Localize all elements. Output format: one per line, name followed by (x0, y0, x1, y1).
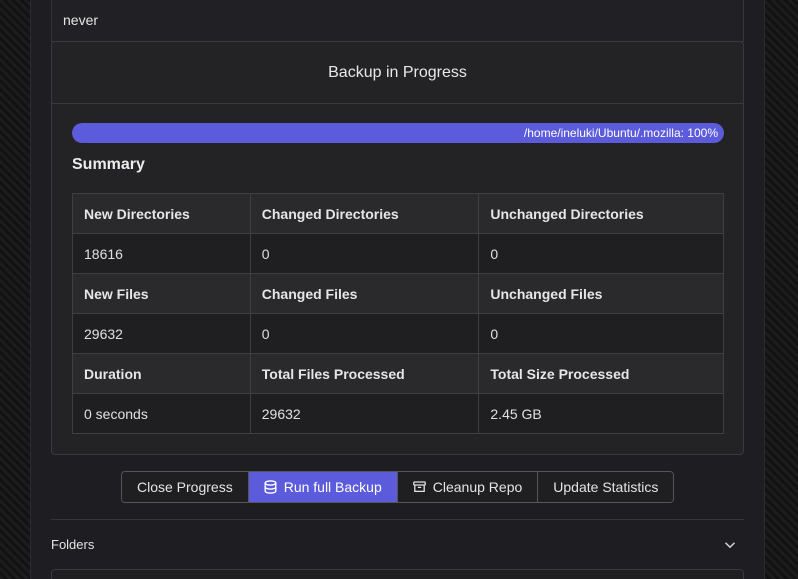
table-value-row: 29632 0 0 (72, 313, 724, 354)
backup-actions: Close Progress Run full Backup Cleanup R… (121, 471, 675, 503)
header-cell: Total Size Processed (478, 353, 724, 394)
schedule-value: never (63, 12, 99, 28)
section-divider (51, 519, 744, 520)
table-value-row: 0 seconds 29632 2.45 GB (72, 393, 724, 434)
value-cell: 0 (478, 313, 724, 354)
cleanup-repo-button[interactable]: Cleanup Repo (397, 472, 539, 502)
header-cell: New Files (72, 273, 251, 314)
dialog-title: Backup in Progress (52, 42, 743, 104)
value-cell: 18616 (72, 233, 251, 274)
close-progress-button[interactable]: Close Progress (122, 472, 249, 502)
archive-icon (412, 481, 426, 493)
header-cell: Unchanged Directories (478, 193, 724, 234)
value-cell: 29632 (249, 393, 480, 434)
chevron-down-icon (724, 537, 736, 552)
value-cell: 29632 (72, 313, 251, 354)
header-cell: Duration (72, 353, 251, 394)
run-full-backup-button[interactable]: Run full Backup (248, 472, 398, 502)
table-value-row: 18616 0 0 (72, 233, 724, 274)
folders-accordion[interactable]: Folders (51, 527, 744, 561)
value-cell: 0 seconds (72, 393, 251, 434)
value-cell: 0 (249, 233, 480, 274)
schedule-value-row: never (51, 0, 744, 42)
backup-progress-bar: /home/ineluki/Ubuntu/.mozilla: 100% (72, 123, 724, 143)
table-header-row: New Directories Changed Directories Unch… (72, 193, 724, 234)
update-statistics-label: Update Statistics (553, 479, 659, 495)
header-cell: Total Files Processed (249, 353, 480, 394)
backup-progress-dialog: Backup in Progress /home/ineluki/Ubuntu/… (51, 41, 744, 455)
table-header-row: New Files Changed Files Unchanged Files (72, 273, 724, 314)
update-statistics-button[interactable]: Update Statistics (538, 472, 674, 502)
close-progress-label: Close Progress (137, 479, 233, 495)
progress-fill: /home/ineluki/Ubuntu/.mozilla: 100% (72, 123, 724, 143)
progress-label: /home/ineluki/Ubuntu/.mozilla: 100% (523, 126, 718, 140)
value-cell: 0 (478, 233, 724, 274)
header-cell: Changed Directories (249, 193, 480, 234)
database-icon (264, 480, 277, 494)
summary-heading: Summary (72, 156, 145, 173)
run-full-backup-label: Run full Backup (283, 479, 382, 495)
cleanup-repo-label: Cleanup Repo (432, 479, 523, 495)
folders-label: Folders (51, 536, 95, 552)
header-cell: Changed Files (249, 273, 480, 314)
table-header-row: Duration Total Files Processed Total Siz… (72, 353, 724, 394)
header-cell: Unchanged Files (478, 273, 724, 314)
header-cell: New Directories (72, 193, 251, 234)
folders-card (51, 569, 744, 579)
value-cell: 2.45 GB (478, 393, 724, 434)
summary-table: New Directories Changed Directories Unch… (72, 193, 724, 434)
value-cell: 0 (249, 313, 480, 354)
